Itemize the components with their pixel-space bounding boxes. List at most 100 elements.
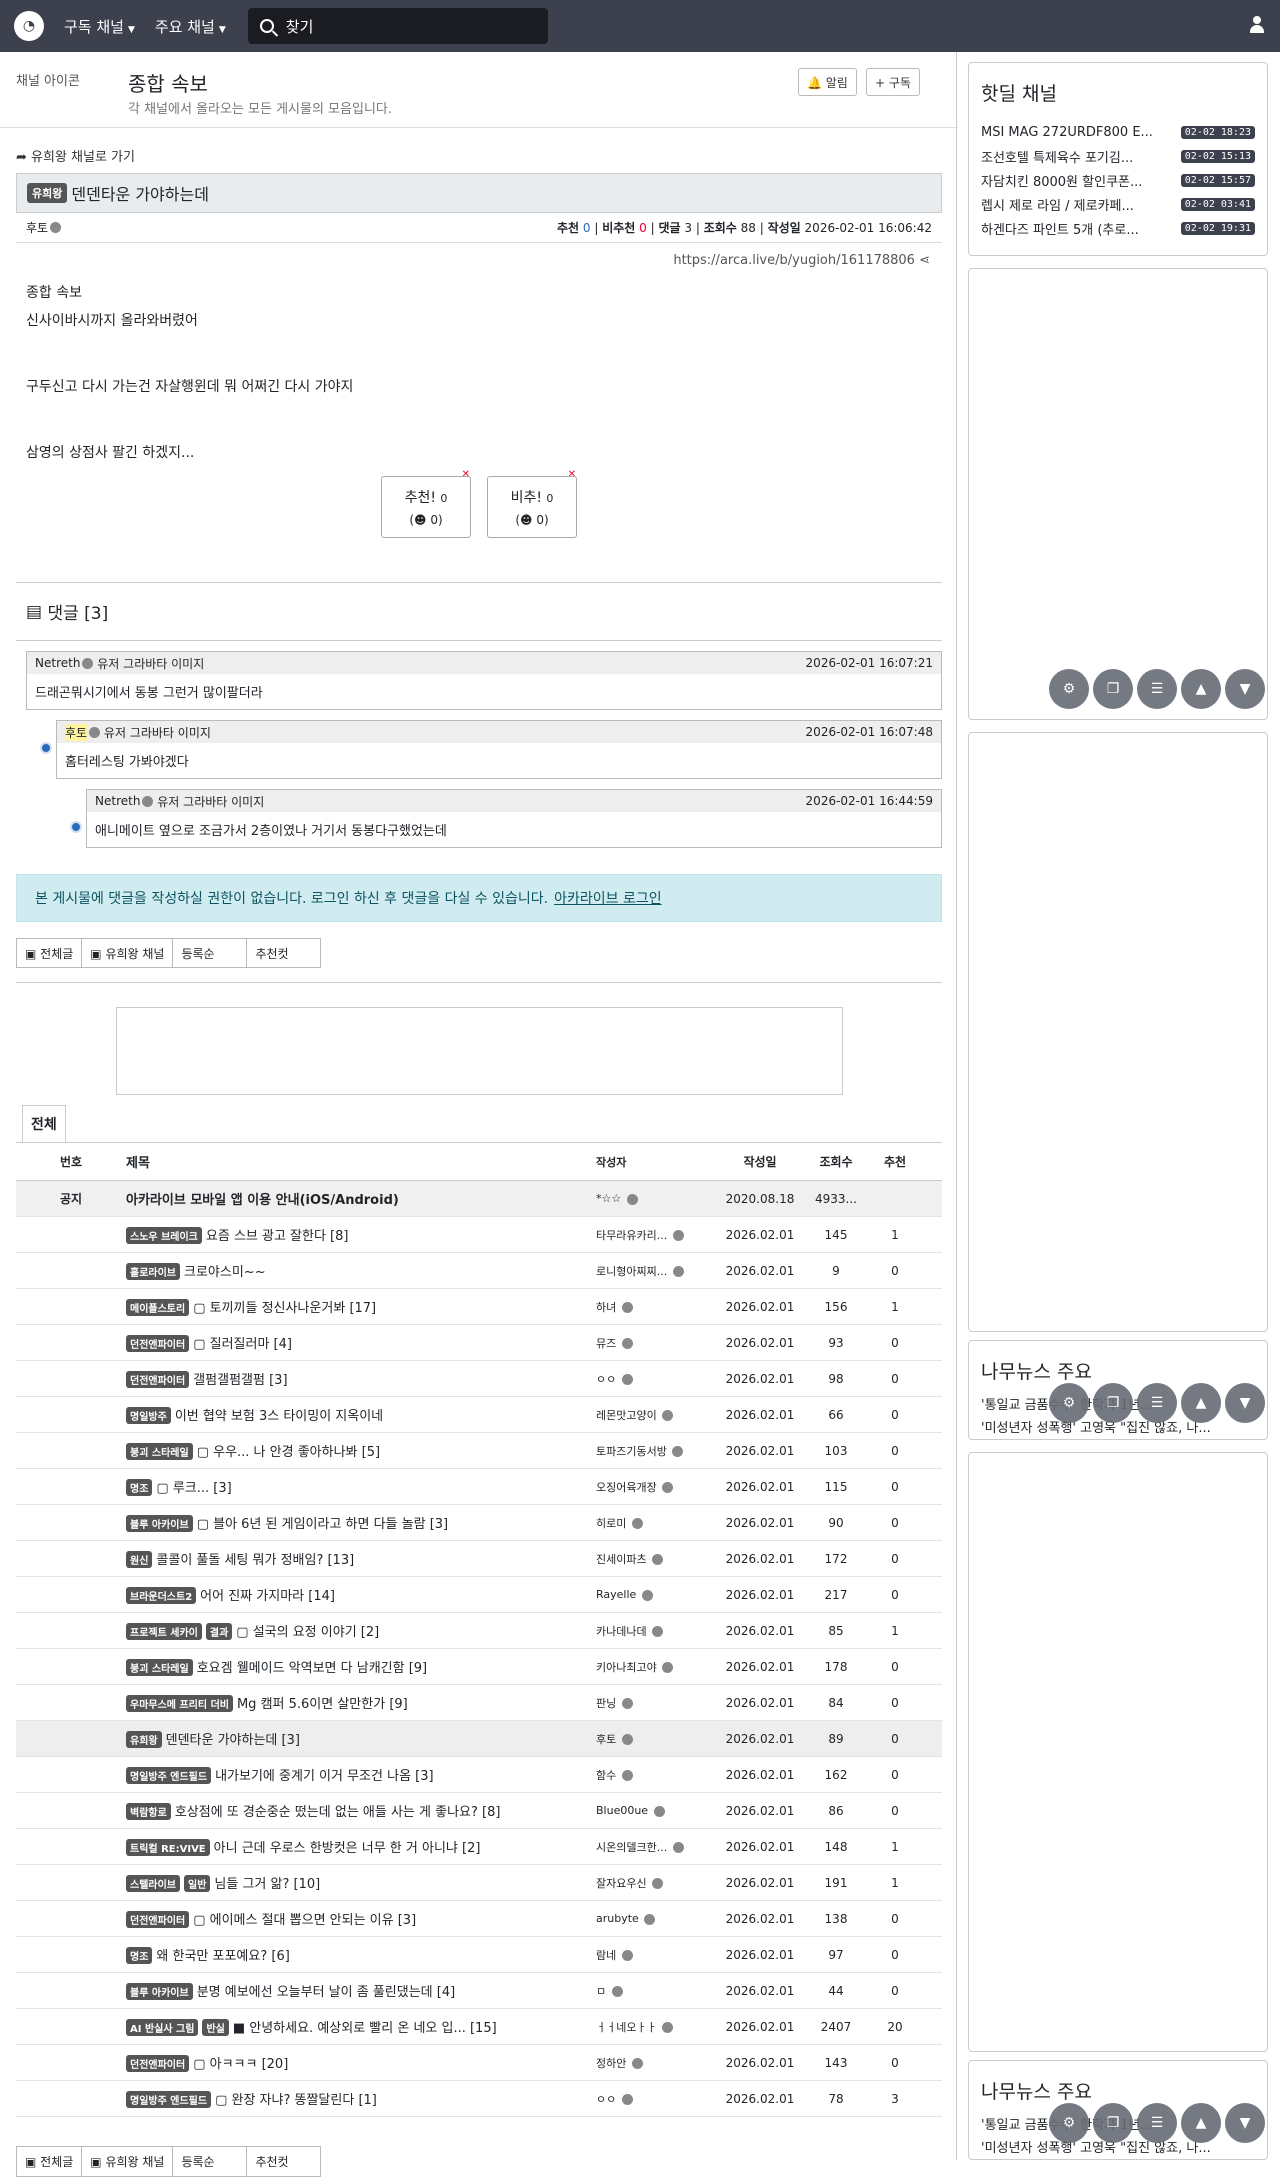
table-row[interactable]: 던전앤파이터 갤펌갤펌갤펌 [3] ㅇㅇ 2026.02.01 98 0: [16, 1361, 942, 1397]
post-title-cell[interactable]: 던전앤파이터 ▢ 질러질러마 [4]: [126, 1333, 596, 1352]
post-title-link[interactable]: 호상점에 또 경순중순 떴는데 없는 애들 사는 게 좋나요? [8]: [175, 1805, 501, 1820]
post-author-cell[interactable]: 정하안: [596, 2055, 714, 2071]
table-row[interactable]: 붕괴 스타레일 ▢ 우우... 나 안경 좋아하나봐 [5] 토파즈기동서방 202…: [16, 1433, 942, 1469]
post-title-link[interactable]: 님들 그거 앎? [10]: [214, 1877, 320, 1892]
post-title-cell[interactable]: 브라운더스트2 어어 진짜 가지마라 [14]: [126, 1585, 596, 1604]
category-badge[interactable]: 명일방주 엔드필드: [126, 2091, 212, 2108]
table-row[interactable]: 명조 왜 한국만 포포예요? [6] 람네 2026.02.01 97 0: [16, 1937, 942, 1973]
post-title-link[interactable]: 내가보기에 중계기 이거 무조건 나옴 [3]: [215, 1769, 433, 1784]
user-icon[interactable]: [1248, 16, 1266, 34]
channel-title[interactable]: 종합 속보: [128, 68, 208, 97]
post-title-link[interactable]: 이번 협약 보험 3스 타이밍이 지옥이네: [175, 1409, 383, 1424]
post-author-cell[interactable]: 뮤즈: [596, 1335, 714, 1351]
table-row[interactable]: 던전앤파이터 ▢ 질러질러마 [4] 뮤즈 2026.02.01 93 0: [16, 1325, 942, 1361]
post-title-cell[interactable]: 붕괴 스타레일 호요겜 웰메이드 악역보면 다 남캐긴함 [9]: [126, 1657, 596, 1676]
post-title-cell[interactable]: 명일방주 이번 협약 보험 3스 타이밍이 지옥이네: [126, 1405, 596, 1424]
table-row[interactable]: 블루 아카이브 ▢ 블아 6년 된 게임이라고 하면 다들 놀람 [3] 히로미 2…: [16, 1505, 942, 1541]
category-badge[interactable]: 붕괴 스타레일: [126, 1659, 193, 1676]
category-badge[interactable]: 명조: [126, 1947, 153, 1964]
post-author-cell[interactable]: 잘자요우신: [596, 1875, 714, 1891]
post-title-link[interactable]: ▢ 블아 6년 된 게임이라고 하면 다들 놀람 [3]: [197, 1517, 448, 1532]
tab-channel[interactable]: ▣ 유희왕 채널: [81, 938, 174, 968]
side-ad[interactable]: ⚙ ❐ ☰ ▲ ▼: [968, 268, 1268, 720]
post-author-cell[interactable]: 후토: [596, 1731, 714, 1747]
table-row[interactable]: 던전앤파이터 ▢ 아ㅋㅋㅋ [20] 정하안 2026.02.01 143 0: [16, 2045, 942, 2081]
search-input[interactable]: 찾기: [247, 8, 548, 44]
category-badge[interactable]: 붕괴 스타레일: [126, 1443, 193, 1460]
share-icon[interactable]: ⋖: [919, 253, 930, 268]
post-author-cell[interactable]: 시온의델크한...: [596, 1839, 714, 1855]
rec-cut-select[interactable]: 추천컷: [246, 938, 322, 968]
side-ad[interactable]: [968, 732, 1268, 1332]
upvote-button[interactable]: ✕ 추천! 0 (☻ 0): [381, 469, 471, 538]
main-channels-dropdown[interactable]: 주요 채널 ▼: [155, 16, 226, 37]
notice-row[interactable]: 공지 아카라이브 모바일 앱 이용 안내(iOS/Android) *☆☆ 2020…: [16, 1181, 942, 1217]
post-title-cell[interactable]: 던전앤파이터 ▢ 아ㅋㅋㅋ [20]: [126, 2053, 596, 2072]
hotdeal-title[interactable]: 핫딜 채널: [981, 79, 1255, 106]
table-row[interactable]: 붕괴 스타레일 호요겜 웰메이드 악역보면 다 남캐긴함 [9] 키아나최고야 20…: [16, 1649, 942, 1685]
category-badge[interactable]: 스노우 브레이크: [126, 1227, 202, 1244]
copy-icon[interactable]: ❐: [1093, 669, 1133, 709]
post-title-link[interactable]: 분명 예보에선 오늘부터 날이 좀 풀린댔는데 [4]: [197, 1985, 456, 2000]
category-badge[interactable]: 반실: [202, 2019, 229, 2036]
comment-author[interactable]: Netreth: [95, 794, 140, 808]
post-author-cell[interactable]: 함수: [596, 1767, 714, 1783]
table-row[interactable]: 메이플스토리 ▢ 토끼끼들 정신사나운거봐 [17] 하녀 2026.02.01 15…: [16, 1289, 942, 1325]
post-title-link[interactable]: 아카라이브 모바일 앱 이용 안내(iOS/Android): [126, 1193, 399, 1208]
tab-channel[interactable]: ▣ 유희왕 채널: [81, 2146, 174, 2177]
post-title-cell[interactable]: 던전앤파이터 갤펌갤펌갤펌 [3]: [126, 1369, 596, 1388]
scroll-up-icon[interactable]: ▲: [1181, 2103, 1221, 2143]
post-title-link[interactable]: 왜 한국만 포포예요? [6]: [156, 1949, 289, 1964]
post-title-link[interactable]: Mg 캠퍼 5.6이면 살만한가 [9]: [237, 1697, 408, 1712]
post-title-link[interactable]: ▢ 질러질러마 [4]: [193, 1337, 292, 1352]
post-author-cell[interactable]: 로니형아찌찌...: [596, 1263, 714, 1279]
post-author-cell[interactable]: ㅁ: [596, 1983, 714, 1999]
category-badge[interactable]: 우마무스메 프리티 더비: [126, 1695, 233, 1712]
post-title-cell[interactable]: 스텔라이브 일반 님들 그거 앎? [10]: [126, 1873, 596, 1892]
table-row[interactable]: 블루 아카이브 분명 예보에선 오늘부터 날이 좀 풀린댔는데 [4] ㅁ 2026…: [16, 1973, 942, 2009]
news-title[interactable]: 나무뉴스 주요: [981, 2077, 1255, 2104]
scroll-down-icon[interactable]: ▼: [1225, 2103, 1265, 2143]
category-badge[interactable]: 결과: [205, 1623, 233, 1640]
category-badge[interactable]: 프로젝트 세카이: [126, 1623, 202, 1640]
table-row[interactable]: 명일방주 엔드필드 ▢ 완장 자냐? 똥짤달린다 [1] ㅇㅇ 2026.02.01…: [16, 2081, 942, 2117]
post-author-cell[interactable]: 판닝: [596, 1695, 714, 1711]
post-title-cell[interactable]: 붕괴 스타레일 ▢ 우우... 나 안경 좋아하나봐 [5]: [126, 1441, 596, 1460]
table-row[interactable]: 브라운더스트2 어어 진짜 가지마라 [14] Rayelle 2026.02.01…: [16, 1577, 942, 1613]
category-badge[interactable]: 명조: [126, 1479, 153, 1496]
post-title-link[interactable]: ▢ 우우... 나 안경 좋아하나봐 [5]: [197, 1445, 380, 1460]
gear-icon[interactable]: ⚙: [1049, 669, 1089, 709]
post-title-link[interactable]: ▢ 완장 자냐? 똥짤달린다 [1]: [215, 2093, 377, 2108]
post-author-cell[interactable]: 오징어육개장: [596, 1479, 714, 1495]
table-row[interactable]: 프로젝트 세카이 결과 ▢ 설국의 요정 이야기 [2] 카나데나데 2026.02.…: [16, 1613, 942, 1649]
post-title-cell[interactable]: 아카라이브 모바일 앱 이용 안내(iOS/Android): [126, 1189, 596, 1208]
post-author-cell[interactable]: Blue00ue: [596, 1804, 714, 1817]
category-badge[interactable]: 던전앤파이터: [126, 2055, 190, 2072]
post-author[interactable]: 후토: [26, 219, 48, 236]
post-title-cell[interactable]: 던전앤파이터 ▢ 에이메스 절대 뽑으면 안되는 이유 [3]: [126, 1909, 596, 1928]
table-row[interactable]: 원신 콜콜이 풀돌 세팅 뭐가 정배임? [13] 진세이파츠 2026.02.01…: [16, 1541, 942, 1577]
category-badge[interactable]: 블루 아카이브: [126, 1983, 193, 2000]
scroll-down-icon[interactable]: ▼: [1225, 669, 1265, 709]
post-title-link[interactable]: 콜콜이 풀돌 세팅 뭐가 정배임? [13]: [156, 1553, 354, 1568]
news-title[interactable]: 나무뉴스 주요: [981, 1357, 1255, 1384]
post-title-cell[interactable]: 스노우 브레이크 요즘 스브 광고 잘한다 [8]: [126, 1225, 596, 1244]
post-author-cell[interactable]: ㅓㅓ네오ㅏㅏ: [596, 2019, 714, 2035]
post-title-cell[interactable]: 홀로라이브 크로야스미~~: [126, 1261, 596, 1280]
post-title-cell[interactable]: 우마무스메 프리티 더비 Mg 캠퍼 5.6이면 살만한가 [9]: [126, 1693, 596, 1712]
alarm-button[interactable]: 🔔 알림: [798, 68, 857, 96]
post-author-cell[interactable]: 토파즈기동서방: [596, 1443, 714, 1459]
tab-all-posts[interactable]: ▣ 전체글: [16, 2146, 83, 2177]
scroll-down-icon[interactable]: ▼: [1225, 1383, 1265, 1423]
table-row[interactable]: 트릭컬 RE:VIVE 아니 근데 우로스 한방컷은 너무 한 거 아니냐 [2]…: [16, 1829, 942, 1865]
post-title-link[interactable]: 어어 진짜 가지마라 [14]: [200, 1589, 335, 1604]
table-row[interactable]: AI 반실사 그림 반실 ■ 안녕하세요. 예상외로 빨리 온 네오 입... [1…: [16, 2009, 942, 2045]
table-row[interactable]: 던전앤파이터 ▢ 에이메스 절대 뽑으면 안되는 이유 [3] arubyte 20…: [16, 1901, 942, 1937]
post-author-cell[interactable]: ㅇㅇ: [596, 1371, 714, 1387]
table-row[interactable]: 스텔라이브 일반 님들 그거 앎? [10] 잘자요우신 2026.02.01 191 1: [16, 1865, 942, 1901]
table-row[interactable]: 명일방주 엔드필드 내가보기에 중계기 이거 무조건 나옴 [3] 함수 2026.…: [16, 1757, 942, 1793]
category-badge[interactable]: 던전앤파이터: [126, 1371, 190, 1388]
category-badge[interactable]: 스텔라이브: [126, 1875, 180, 1892]
post-category-badge[interactable]: 유희왕: [27, 183, 68, 203]
post-title-cell[interactable]: 블루 아카이브 분명 예보에선 오늘부터 날이 좀 풀린댔는데 [4]: [126, 1981, 596, 2000]
